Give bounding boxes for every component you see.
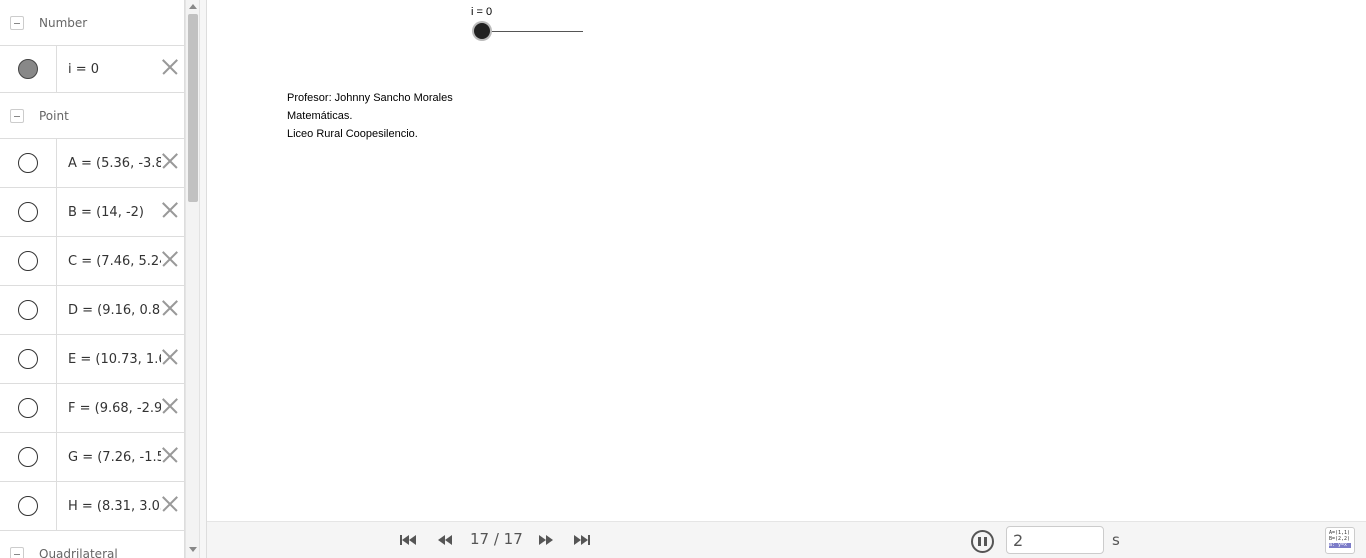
previous-step-icon[interactable]: [436, 533, 454, 547]
delete-icon[interactable]: [162, 59, 178, 75]
algebra-item-label[interactable]: D = (9.16, 0.86): [57, 303, 161, 318]
visibility-toggle-icon[interactable]: [18, 251, 38, 271]
step-indicator: 17 / 17: [470, 530, 523, 548]
visibility-toggle-icon[interactable]: [18, 349, 38, 369]
text-line: Profesor: Johnny Sancho Morales: [287, 92, 453, 104]
graphics-view[interactable]: i = 0 Profesor: Johnny Sancho Morales Ma…: [207, 0, 1366, 521]
group-title: Quadrilateral: [39, 546, 118, 558]
visibility-toggle-icon[interactable]: [18, 447, 38, 467]
algebra-item-e[interactable]: E = (10.73, 1.62): [0, 335, 184, 384]
next-step-icon[interactable]: [537, 533, 555, 547]
collapse-icon[interactable]: [10, 546, 24, 558]
slider-track[interactable]: [481, 31, 583, 32]
algebra-item-label[interactable]: i = 0: [57, 62, 161, 77]
last-step-icon[interactable]: [573, 533, 591, 547]
visibility-toggle-icon[interactable]: [18, 496, 38, 516]
pause-icon[interactable]: [971, 530, 994, 553]
algebra-item-label[interactable]: B = (14, -2): [57, 205, 161, 220]
speed-input[interactable]: [1006, 526, 1104, 554]
algebra-item-label[interactable]: F = (9.68, -2.93): [57, 401, 161, 416]
visibility-toggle-icon[interactable]: [18, 300, 38, 320]
algebra-item-b[interactable]: B = (14, -2): [0, 188, 184, 237]
algebra-item-label[interactable]: C = (7.46, 5.24): [57, 254, 161, 269]
delete-icon[interactable]: [162, 153, 178, 169]
group-title: Point: [39, 108, 69, 123]
delete-icon[interactable]: [162, 447, 178, 463]
algebra-item-c[interactable]: C = (7.46, 5.24): [0, 237, 184, 286]
algebra-item-label[interactable]: H = (8.31, 3.05): [57, 499, 161, 514]
algebra-item-label[interactable]: A = (5.36, -3.86): [57, 156, 161, 171]
algebra-item-i[interactable]: i = 0: [0, 46, 184, 93]
slider-handle[interactable]: [474, 23, 490, 39]
algebra-item-g[interactable]: G = (7.26, -1.5): [0, 433, 184, 482]
panel-divider[interactable]: [199, 0, 207, 558]
visibility-toggle-icon[interactable]: [18, 202, 38, 222]
delete-icon[interactable]: [162, 349, 178, 365]
algebra-item-label[interactable]: E = (10.73, 1.62): [57, 352, 161, 367]
scroll-up-icon[interactable]: [189, 4, 197, 9]
slider-label: i = 0: [471, 6, 493, 18]
text-line: Matemáticas.: [287, 110, 353, 122]
group-title: Number: [39, 15, 88, 30]
text-line: Liceo Rural Coopesilencio.: [287, 128, 418, 140]
algebra-item-d[interactable]: D = (9.16, 0.86): [0, 286, 184, 335]
collapse-icon[interactable]: [10, 15, 24, 30]
speed-unit: s: [1112, 531, 1120, 549]
delete-icon[interactable]: [162, 300, 178, 316]
construction-player-bar: 17 / 17 s A=(1,1) B=(2,2) a: y=x: [207, 521, 1366, 558]
text-block: Profesor: Johnny Sancho Morales Matemáti…: [287, 89, 453, 143]
scrollbar-thumb[interactable]: [188, 14, 198, 202]
group-header-point[interactable]: Point: [0, 93, 184, 139]
toggle-line: a: y=x: [1329, 543, 1351, 548]
delete-icon[interactable]: [162, 496, 178, 512]
visibility-toggle-icon[interactable]: [18, 153, 38, 173]
algebra-item-h[interactable]: H = (8.31, 3.05): [0, 482, 184, 531]
algebra-scrollbar[interactable]: [185, 0, 199, 558]
algebra-view-toggle-icon[interactable]: A=(1,1) B=(2,2) a: y=x: [1325, 527, 1355, 554]
algebra-panel: Number i = 0 Point A = (5.36, -3.86) B =…: [0, 0, 185, 558]
visibility-toggle-icon[interactable]: [18, 59, 38, 79]
group-header-number[interactable]: Number: [0, 0, 184, 46]
algebra-item-a[interactable]: A = (5.36, -3.86): [0, 139, 184, 188]
first-step-icon[interactable]: [399, 533, 417, 547]
visibility-toggle-icon[interactable]: [18, 398, 38, 418]
group-header-quadrilateral[interactable]: Quadrilateral: [0, 531, 184, 558]
scroll-down-icon[interactable]: [189, 547, 197, 552]
collapse-icon[interactable]: [10, 108, 24, 123]
algebra-item-label[interactable]: G = (7.26, -1.5): [57, 450, 161, 465]
delete-icon[interactable]: [162, 398, 178, 414]
algebra-item-f[interactable]: F = (9.68, -2.93): [0, 384, 184, 433]
delete-icon[interactable]: [162, 251, 178, 267]
delete-icon[interactable]: [162, 202, 178, 218]
